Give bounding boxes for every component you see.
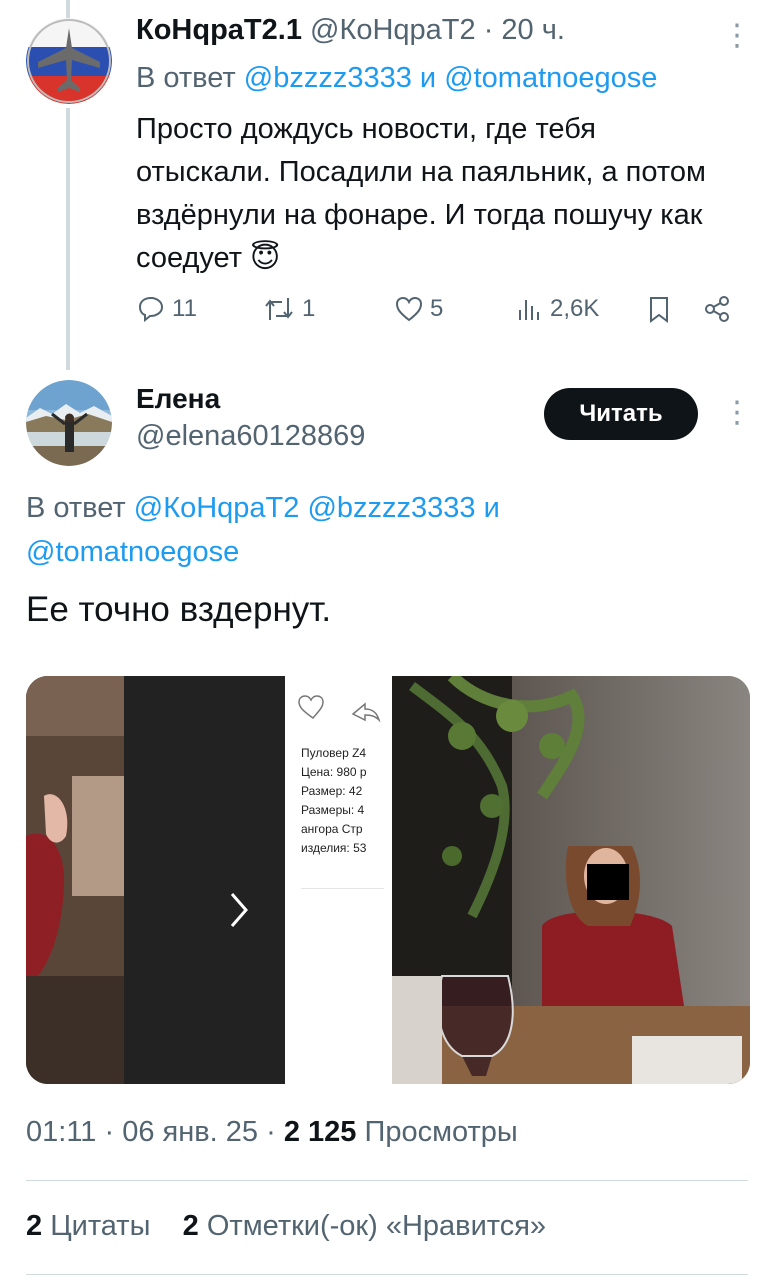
quotes-label: Цитаты: [50, 1210, 151, 1242]
product-line: ангора Стр: [301, 822, 363, 836]
like-button[interactable]: 5: [394, 294, 443, 324]
tweet2-text: Ее точно вздернут.: [26, 590, 332, 629]
airplane-peace-icon: [26, 18, 112, 104]
bookmark-button[interactable]: [644, 294, 674, 324]
avatar-elena[interactable]: [26, 380, 112, 466]
likes-label: Отметки(-ок) «Нравится»: [206, 1210, 547, 1242]
product-line: Размер: 42: [301, 784, 363, 798]
photo: [392, 676, 750, 1084]
tweet1-header: КоНqраТ2.1 @КоНqраТ2 · 20 ч.: [136, 14, 565, 47]
mention-link[interactable]: @bzzzz3333: [307, 492, 475, 524]
thread-line: [66, 108, 70, 370]
divider: [26, 1274, 748, 1275]
product-card-icons: [298, 695, 381, 723]
product-card: Пуловер Z4 Цена: 980 р Размер: 42 Размер…: [285, 676, 384, 1084]
more-options-icon[interactable]: ⋮: [722, 18, 752, 53]
product-line: изделия: 53: [301, 841, 367, 855]
more-options-icon[interactable]: ⋮: [722, 395, 752, 430]
mention-link[interactable]: @tomatnoegose: [444, 62, 657, 94]
mention-link[interactable]: @КоНqраТ2: [134, 492, 300, 524]
tweet2-reply-context: В ответ @КоНqраТ2 @bzzzz3333 и @tomatnoe…: [26, 486, 726, 574]
tweet2-display-name[interactable]: Елена: [136, 383, 220, 415]
reply-button[interactable]: 11: [136, 294, 197, 324]
share-icon: [705, 296, 729, 322]
heart-icon: [395, 296, 423, 322]
mention-link[interactable]: @tomatnoegose: [26, 536, 239, 568]
reply-and: и: [483, 492, 500, 524]
tweet1-text: Просто дождусь новости, где тебя отыскал…: [136, 113, 706, 274]
follow-button[interactable]: Читать: [544, 388, 698, 440]
likes-count: 2: [182, 1210, 199, 1242]
tweet2-views-label: Просмотры: [364, 1116, 518, 1148]
repost-icon: [265, 298, 293, 320]
product-line: Пуловер Z4: [301, 746, 367, 760]
reply-and: и: [419, 62, 437, 94]
bookmark-icon: [650, 297, 668, 323]
repost-count: 1: [302, 295, 316, 322]
meta-sep: ·: [104, 1116, 115, 1148]
quotes-stat[interactable]: 2 Цитаты: [26, 1210, 159, 1242]
divider: [26, 1180, 748, 1181]
share-button[interactable]: [702, 294, 732, 324]
tweet1-actions: 11 1 5 2,6K: [136, 294, 746, 338]
tweet2-stats: 2 Цитаты 2 Отметки(-ок) «Нравится»: [26, 1210, 546, 1243]
meta-sep: ·: [266, 1116, 276, 1148]
reply-prefix: В ответ: [136, 62, 236, 94]
reply-prefix: В ответ: [26, 492, 126, 524]
tweet2-meta: 01:11 · 06 янв. 25 · 2 125 Просмотры: [26, 1116, 518, 1149]
thread-line-top: [66, 0, 70, 20]
quotes-count: 2: [26, 1210, 43, 1242]
avatar-photo: [26, 380, 112, 466]
tweet2-handle[interactable]: @elena60128869: [136, 420, 365, 453]
reply-count: 11: [172, 295, 197, 322]
face-censor-box: [587, 864, 629, 900]
views-button[interactable]: 2,6K: [514, 294, 599, 324]
tweet2-views-count: 2 125: [283, 1116, 357, 1148]
tweet1-display-name[interactable]: КоНqраТ2.1: [136, 14, 302, 46]
reply-icon: [138, 296, 164, 323]
media-gallery: Пуловер Z4 Цена: 980 р Размер: 42 Размер…: [26, 676, 750, 1084]
tweet1-time[interactable]: · 20 ч.: [484, 14, 565, 46]
like-count: 5: [430, 295, 444, 322]
views-icon: [519, 300, 539, 320]
tweet2-time[interactable]: 01:11: [26, 1116, 96, 1148]
media-image-right[interactable]: [392, 676, 750, 1084]
likes-stat[interactable]: 2 Отметки(-ок) «Нравится»: [183, 1210, 546, 1242]
tweet2-date[interactable]: 06 янв. 25: [122, 1116, 258, 1148]
mention-link[interactable]: @bzzzz3333: [244, 62, 412, 94]
views-count: 2,6K: [550, 295, 600, 322]
repost-button[interactable]: 1: [262, 294, 315, 324]
avatar-kondrat[interactable]: [26, 18, 112, 104]
product-line: Размеры: 4: [301, 803, 365, 817]
media-image-left[interactable]: Пуловер Z4 Цена: 980 р Размер: 42 Размер…: [26, 676, 384, 1084]
tweet1-reply-context: В ответ @bzzzz3333 и @tomatnoegose: [136, 62, 657, 95]
product-card-divider: [301, 888, 384, 889]
tweet1-handle[interactable]: @КоНqраТ2: [310, 14, 476, 46]
product-line: Цена: 980 р: [301, 765, 367, 779]
